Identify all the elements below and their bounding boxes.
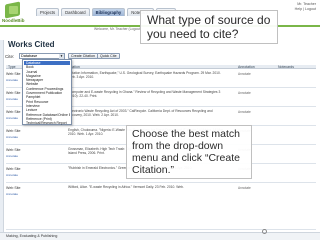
row-link[interactable]: Annotate <box>6 97 18 101</box>
row-type: Web Site <box>6 129 21 133</box>
row-citation: "Citation Information, Earthquake," U.S.… <box>68 71 221 79</box>
row-link[interactable]: Annotate <box>6 173 18 177</box>
side-panel <box>0 40 4 238</box>
cite-label: Cite: <box>5 54 15 59</box>
row-link[interactable]: Annotate <box>6 116 18 120</box>
tab-bibliography[interactable]: Bibliography <box>91 8 126 16</box>
callout-question: What type of source do you need to cite? <box>140 10 278 44</box>
row-type: Web Site <box>6 186 21 190</box>
welcome-text: Welcome, Mr. Teacher (Logout) <box>94 27 142 31</box>
logo-cube-highlight <box>9 6 18 14</box>
quick-cite-button[interactable]: Quick Cite <box>97 53 120 59</box>
brand-name: NoodleBib <box>2 18 25 23</box>
table-row[interactable]: Web Site Annotate Wilford, Alice. "E-was… <box>6 184 316 230</box>
dropdown-option[interactable]: Technical/Research Report <box>24 121 70 125</box>
row-citation: "Computer and E-waste Recycling in Ghana… <box>68 90 221 98</box>
page-title: Works Cited <box>8 40 55 49</box>
row-annotate[interactable]: Annotate <box>238 72 251 76</box>
tab-dashboard[interactable]: Dashboard <box>61 8 90 16</box>
footer-text: Making, Evaluating & Publishing <box>6 234 58 238</box>
column-type[interactable]: Type <box>8 65 16 69</box>
row-type: Web Site <box>6 148 21 152</box>
callout-instruction: Choose the best match from the drop-down… <box>126 125 252 179</box>
row-citation: Wilford, Alice. "E-waste Recycling in Af… <box>68 185 184 189</box>
row-annotate[interactable]: Annotate <box>238 91 251 95</box>
noodlebib-logo: NoodleBib <box>2 1 25 24</box>
column-annotation[interactable]: Annotation <box>238 65 255 69</box>
footer-bar: Making, Evaluating & Publishing <box>0 232 320 240</box>
source-type-dropdown[interactable]: Database Book Journal Magazine Newspaper… <box>22 59 72 125</box>
row-annotate[interactable]: Annotate <box>238 186 251 190</box>
row-link[interactable]: Annotate <box>6 154 18 158</box>
row-type: Web Site <box>6 167 21 171</box>
tab-projects[interactable]: Projects <box>36 8 60 16</box>
create-citation-button[interactable]: Create Citation <box>68 53 98 59</box>
gear-icon[interactable] <box>262 229 267 234</box>
source-type-value: Database <box>21 54 38 58</box>
row-link[interactable]: Annotate <box>6 78 18 82</box>
column-notecards[interactable]: Notecards <box>278 65 294 69</box>
row-citation: "Electronic Waste Recycling Act of 2003.… <box>68 109 213 117</box>
row-link[interactable]: Annotate <box>6 135 18 139</box>
row-annotate[interactable]: Annotate <box>238 110 251 114</box>
row-link[interactable]: Annotate <box>6 192 18 196</box>
